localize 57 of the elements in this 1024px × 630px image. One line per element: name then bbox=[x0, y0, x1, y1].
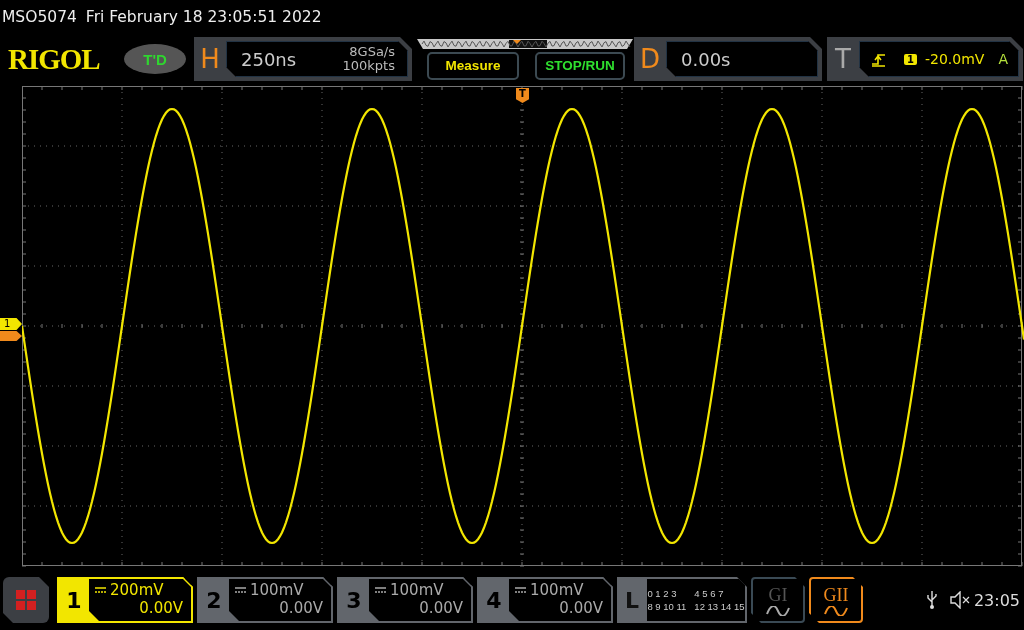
delay-panel[interactable]: D 0.00s bbox=[634, 37, 822, 81]
vertical-scale: 100mV bbox=[250, 581, 304, 599]
channel-button[interactable]: 2 100mV 0.00V bbox=[197, 577, 333, 623]
channel-number: 4 bbox=[485, 586, 503, 615]
dc-coupling-icon bbox=[375, 586, 386, 594]
horizontal-panel[interactable]: H 250ns 8GSa/s 100kpts bbox=[194, 37, 412, 81]
grid-icon bbox=[16, 590, 36, 610]
timebase-value: 250ns bbox=[240, 48, 297, 70]
dc-coupling-icon bbox=[235, 586, 246, 594]
brand-logo: RIGOL bbox=[8, 41, 101, 77]
logic-label: L bbox=[624, 586, 640, 615]
trigger-position-marker[interactable]: T bbox=[516, 88, 529, 103]
vertical-scale: 200mV bbox=[110, 581, 164, 599]
digital-channel-numbers: 12 13 14 15 bbox=[694, 601, 745, 612]
trigger-mode: A bbox=[998, 51, 1008, 67]
vertical-offset: 0.00V bbox=[418, 599, 463, 617]
clock-time: 23:05 bbox=[973, 590, 1020, 610]
sine-wave-icon bbox=[766, 605, 790, 616]
delay-value: 0.00s bbox=[680, 48, 731, 70]
channel-number: 3 bbox=[345, 586, 363, 615]
vertical-scale: 100mV bbox=[390, 581, 444, 599]
trigger-level: -20.0mV bbox=[924, 51, 985, 67]
sample-rate: 8GSa/s bbox=[348, 45, 395, 59]
dc-coupling-icon bbox=[95, 586, 106, 594]
menu-button[interactable] bbox=[3, 577, 49, 623]
digital-channel-numbers: 0 1 2 3 bbox=[647, 588, 678, 599]
usb-icon bbox=[926, 590, 938, 610]
sine-wave-icon bbox=[824, 605, 848, 616]
date-time: Fri February 18 23:05:51 2022 bbox=[85, 8, 322, 26]
td-button[interactable]: T'D bbox=[124, 44, 186, 74]
memory-depth: 100kpts bbox=[342, 59, 395, 73]
logic-button[interactable]: L 0 1 2 3 4 5 6 7 8 9 10 11 12 13 14 15 bbox=[617, 577, 747, 623]
vertical-offset: 0.00V bbox=[278, 599, 323, 617]
vertical-offset: 0.00V bbox=[138, 599, 183, 617]
channel-button[interactable]: 1 200mV 0.00V bbox=[57, 577, 193, 623]
trigger-level-marker[interactable] bbox=[0, 331, 22, 341]
trigger-label: T bbox=[834, 44, 852, 74]
measure-button[interactable]: Measure bbox=[427, 51, 519, 80]
muted-speaker-icon bbox=[949, 591, 970, 609]
model-name: MSO5074 bbox=[2, 8, 77, 26]
stop-run-button[interactable]: STOP/RUN bbox=[535, 51, 625, 80]
channel-number: 1 bbox=[65, 586, 83, 615]
horizontal-label: H bbox=[199, 44, 221, 74]
delay-label: D bbox=[639, 44, 661, 74]
digital-channel-numbers: 4 5 6 7 bbox=[694, 588, 725, 599]
channel-button[interactable]: 3 100mV 0.00V bbox=[337, 577, 473, 623]
digital-channel-numbers: 8 9 10 11 bbox=[647, 601, 687, 612]
channel-button[interactable]: 4 100mV 0.00V bbox=[477, 577, 613, 623]
channel-offset-marker[interactable]: 1 bbox=[0, 318, 22, 330]
vertical-scale: 100mV bbox=[530, 581, 584, 599]
dc-coupling-icon bbox=[515, 586, 526, 594]
channel-number: 2 bbox=[205, 586, 223, 615]
trigger-panel[interactable]: T 1 -20.0mV A bbox=[827, 37, 1023, 81]
vertical-offset: 0.00V bbox=[558, 599, 603, 617]
rising-edge-icon bbox=[871, 51, 886, 67]
trigger-source-badge: 1 bbox=[904, 53, 917, 65]
generator-button[interactable]: GII bbox=[809, 577, 863, 623]
